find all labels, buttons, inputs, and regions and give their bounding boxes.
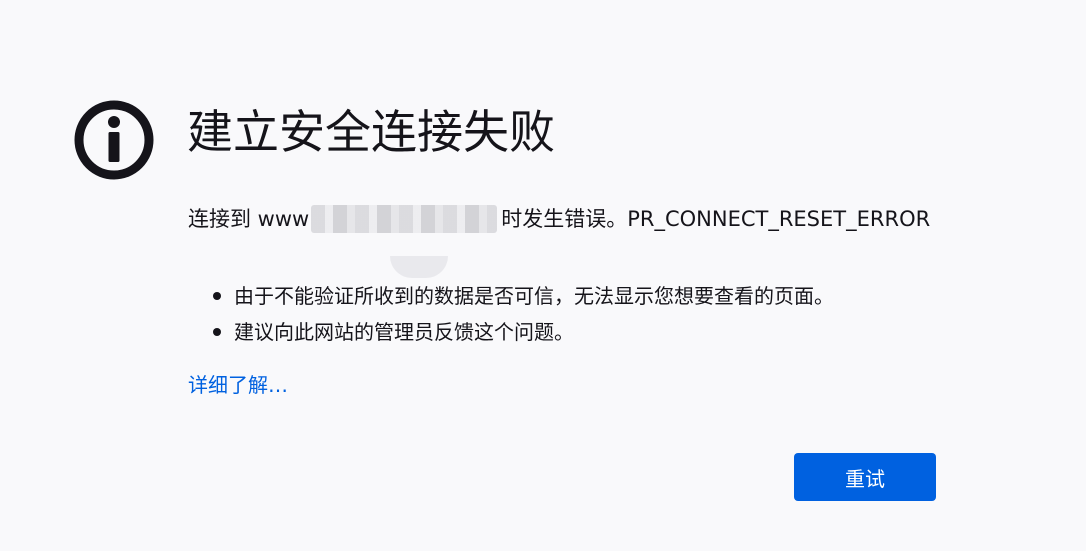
retry-button[interactable]: 重试	[794, 453, 936, 501]
error-description-suffix: 时发生错误。PR_CONNECT_RESET_ERROR	[501, 207, 931, 231]
error-description: 连接到 www 时发生错误。PR_CONNECT_RESET_ERROR	[188, 203, 930, 235]
learn-more-link[interactable]: 详细了解…	[188, 369, 288, 401]
list-item: 建议向此网站的管理员反馈这个问题。	[212, 314, 834, 350]
error-reasons-list: 由于不能验证所收到的数据是否可信，无法显示您想要查看的页面。 建议向此网站的管理…	[212, 278, 834, 350]
error-description-prefix: 连接到 www	[188, 207, 310, 231]
list-item: 由于不能验证所收到的数据是否可信，无法显示您想要查看的页面。	[212, 278, 834, 314]
info-icon	[74, 100, 154, 180]
page-title: 建立安全连接失败	[187, 105, 555, 159]
redaction-shadow	[390, 256, 448, 278]
redacted-url	[311, 205, 498, 233]
